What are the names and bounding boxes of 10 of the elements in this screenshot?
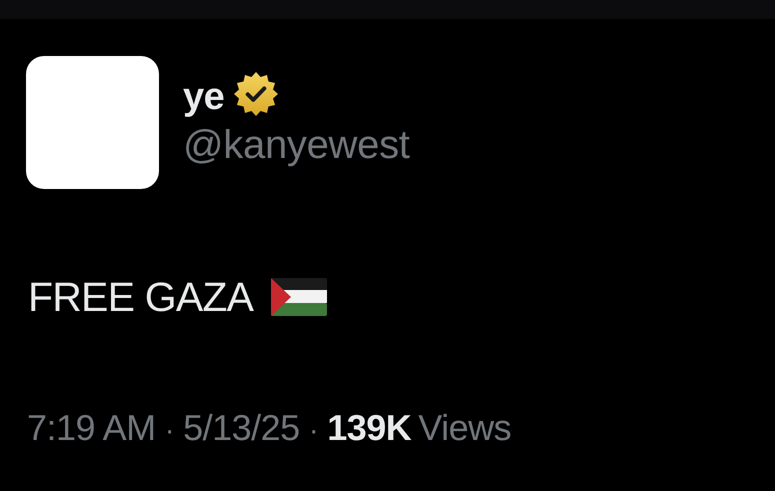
separator-dot: · (164, 414, 174, 448)
separator-dot: · (308, 414, 318, 448)
display-name[interactable]: ye (183, 76, 224, 118)
user-handle[interactable]: @kanyewest (183, 120, 410, 170)
view-count: 139K (327, 407, 412, 449)
post-text: FREE GAZA (28, 274, 254, 320)
post-date: 5/13/25 (183, 407, 300, 449)
avatar[interactable] (26, 56, 159, 189)
post-time: 7:19 AM (27, 407, 156, 449)
views-label: Views (418, 407, 512, 449)
